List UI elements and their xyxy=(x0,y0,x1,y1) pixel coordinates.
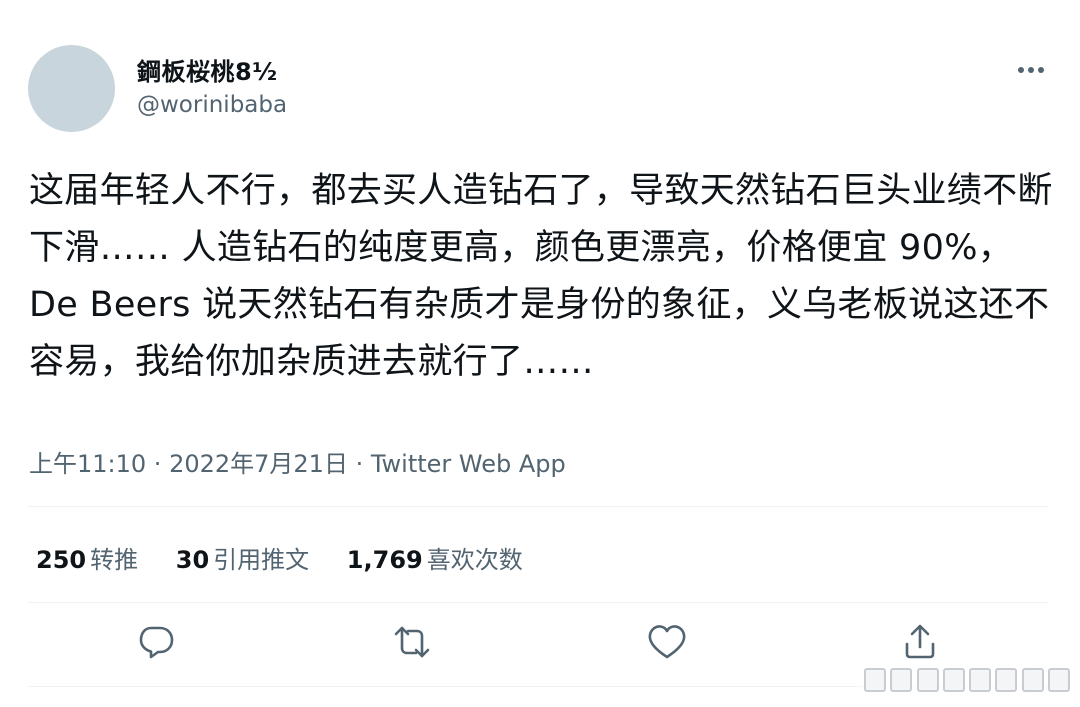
tweet-time[interactable]: 上午11:10 xyxy=(29,450,146,478)
meta-separator: · xyxy=(347,450,371,478)
watermark xyxy=(858,663,1076,697)
watermark-glyph xyxy=(995,668,1018,692)
watermark-glyph xyxy=(1047,668,1070,692)
divider xyxy=(28,602,1048,603)
quotes-stat[interactable]: 30 引用推文 xyxy=(176,546,309,574)
retweets-label: 转推 xyxy=(90,546,139,574)
watermark-glyph xyxy=(890,668,913,692)
display-name[interactable]: 鋼板桜桃8½ xyxy=(137,52,278,87)
watermark-glyph xyxy=(1021,668,1044,692)
retweets-stat[interactable]: 250 转推 xyxy=(36,546,138,574)
retweets-count: 250 xyxy=(36,546,87,574)
watermark-glyph xyxy=(916,668,939,692)
tweet-date[interactable]: 2022年7月21日 xyxy=(169,450,348,478)
watermark-glyph xyxy=(942,668,965,692)
retweet-icon xyxy=(394,626,430,658)
likes-count: 1,769 xyxy=(346,546,423,574)
reply-button[interactable] xyxy=(134,620,178,664)
watermark-glyph xyxy=(969,668,992,692)
likes-stat[interactable]: 1,769 喜欢次数 xyxy=(347,546,523,574)
likes-label: 喜欢次数 xyxy=(426,546,523,574)
meta-separator: · xyxy=(146,450,170,478)
more-dots-icon xyxy=(1018,67,1044,73)
reply-icon xyxy=(139,626,174,659)
tweet-text: 这届年轻人不行，都去买人造钻石了，导致天然钻石巨头业绩不断下滑…… 人造钻石的纯… xyxy=(29,171,1053,382)
tweet-stats: 250 转推 30 引用推文 1,769 喜欢次数 xyxy=(36,540,553,575)
quotes-label: 引用推文 xyxy=(213,546,310,574)
divider xyxy=(28,506,1048,507)
tweet-source[interactable]: Twitter Web App xyxy=(371,450,566,478)
share-icon xyxy=(905,624,935,659)
like-button[interactable] xyxy=(645,620,689,664)
avatar[interactable] xyxy=(28,45,115,132)
user-handle[interactable]: @worinibaba xyxy=(137,92,287,118)
more-options-button[interactable] xyxy=(1011,58,1051,82)
heart-icon xyxy=(648,625,686,659)
retweet-button[interactable] xyxy=(390,620,434,664)
share-button[interactable] xyxy=(898,620,942,664)
tweet-meta: 上午11:10 · 2022年7月21日 · Twitter Web App xyxy=(29,444,566,479)
quotes-count: 30 xyxy=(175,546,210,574)
watermark-glyph xyxy=(864,668,887,692)
